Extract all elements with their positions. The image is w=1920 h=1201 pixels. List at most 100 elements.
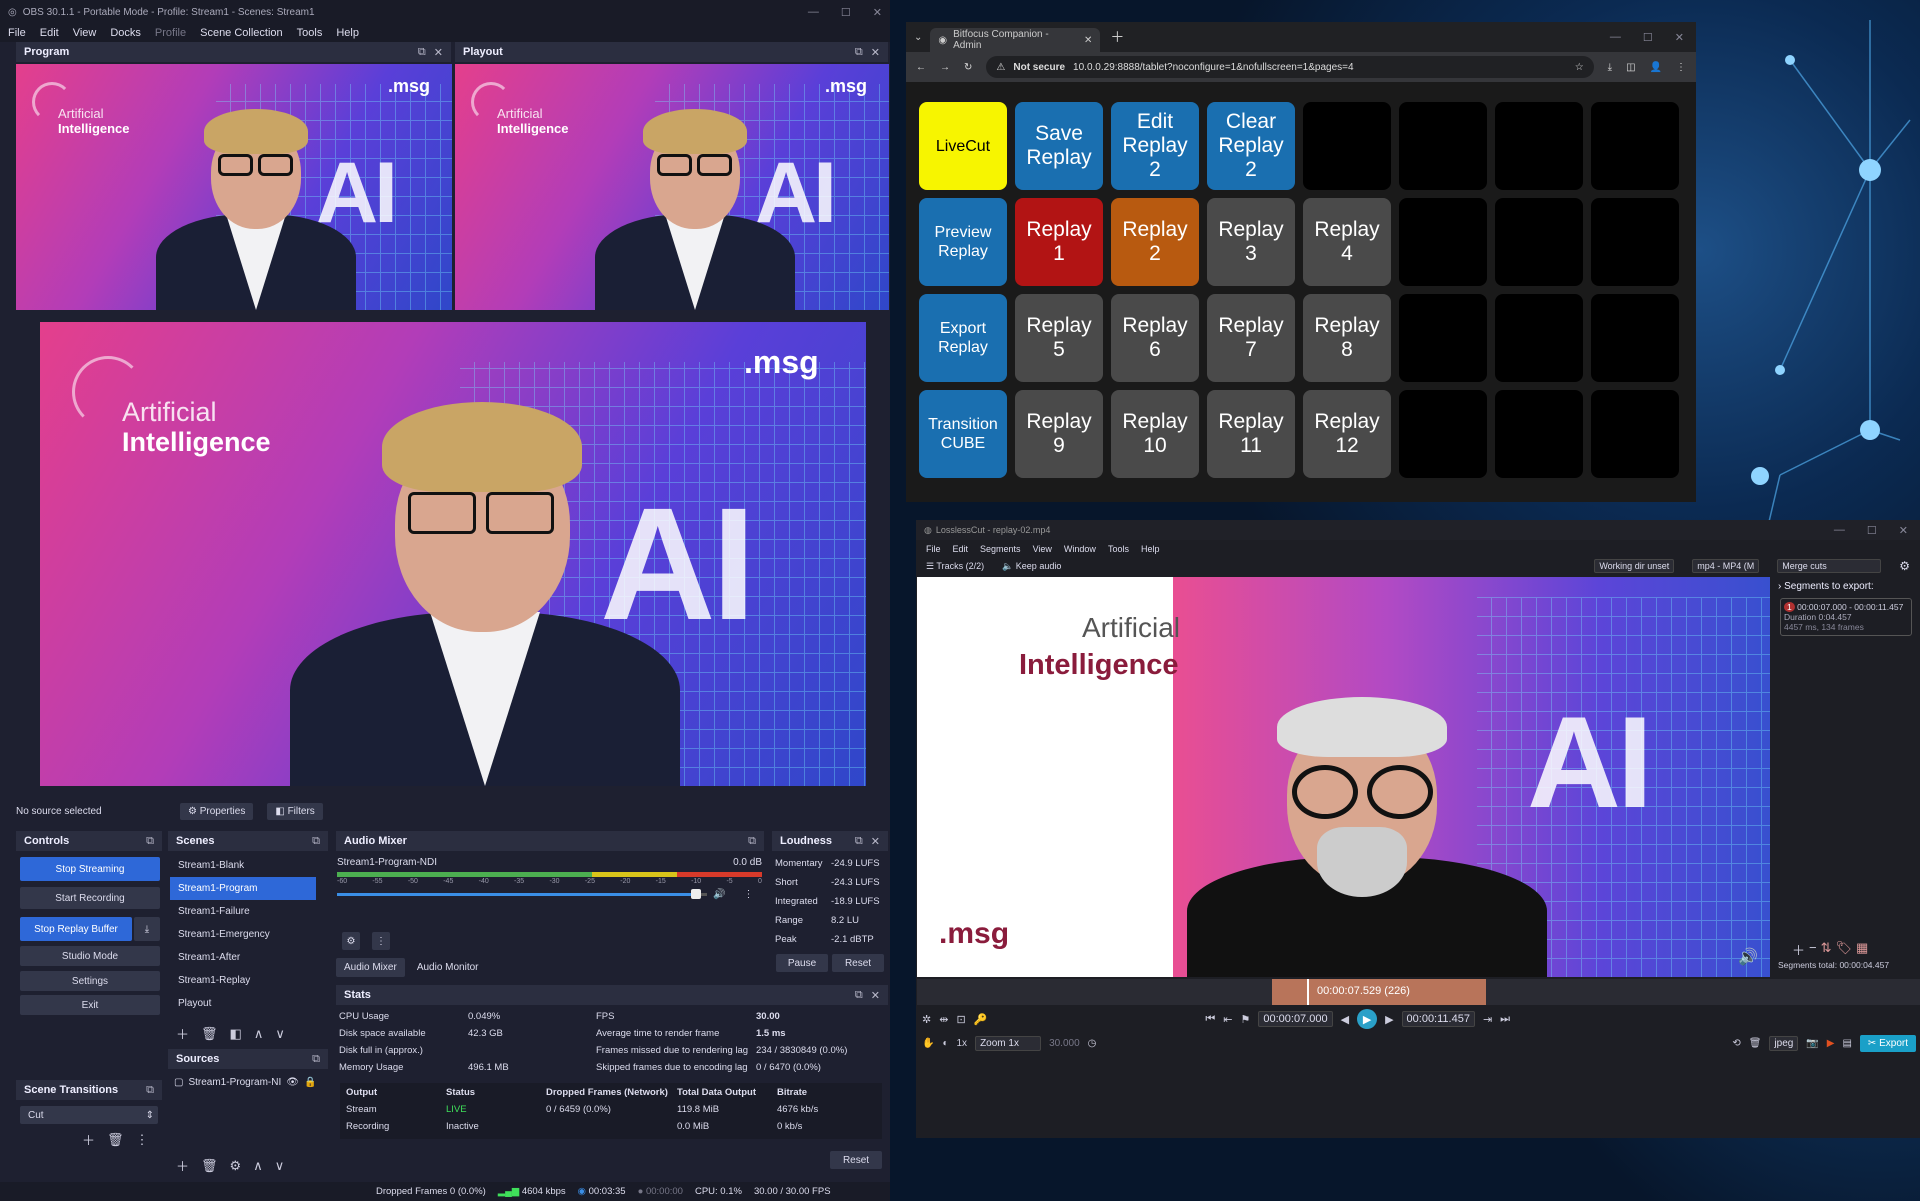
menu-help[interactable]: Help [1141, 544, 1160, 554]
menu-tools[interactable]: Tools [1108, 544, 1129, 554]
companion-key[interactable]: Preview Replay [919, 198, 1007, 286]
key-icon[interactable]: 🔑 [974, 1013, 988, 1026]
menu-docks[interactable]: Docks [110, 27, 141, 39]
exit-button[interactable]: Exit [20, 995, 160, 1015]
companion-key[interactable]: Replay 5 [1015, 294, 1103, 382]
loudness-reset-button[interactable]: Reset [832, 954, 884, 972]
undock-icon[interactable]: ⧉ [146, 835, 154, 848]
undock-icon[interactable]: ⧉ [748, 835, 756, 848]
minimize-icon[interactable]: — [1834, 524, 1845, 537]
down-arrow-icon[interactable]: ∨ [275, 1158, 285, 1174]
properties-button[interactable]: ⚙ Properties [180, 802, 254, 820]
loudness-pause-button[interactable]: Pause [776, 954, 828, 972]
companion-key[interactable]: Replay 10 [1111, 390, 1199, 478]
zoom-select[interactable]: Zoom 1x [975, 1035, 1042, 1051]
add-icon[interactable]: ＋ [176, 1024, 189, 1043]
menu-window[interactable]: Window [1064, 544, 1096, 554]
undock-icon[interactable]: ⧉ [312, 1053, 320, 1066]
scene-item[interactable]: Stream1-Emergency [170, 923, 316, 946]
close-icon[interactable]: ✕ [871, 46, 880, 59]
play-button[interactable]: ▶ [1357, 1009, 1378, 1029]
screenshot-icon[interactable]: ⊡ [956, 1013, 965, 1026]
companion-key-empty[interactable] [1399, 294, 1487, 382]
tab-audio-monitor[interactable]: Audio Monitor [409, 958, 487, 977]
working-dir-button[interactable]: Working dir unset [1594, 559, 1675, 573]
close-tab-icon[interactable]: ✕ [1084, 35, 1092, 46]
undock-icon[interactable]: ⧉ [418, 46, 426, 59]
eye-icon[interactable]: 👁 [286, 1077, 299, 1088]
close-icon[interactable]: ✕ [1675, 31, 1684, 44]
undock-icon[interactable]: ⧉ [855, 989, 863, 1002]
star-icon[interactable]: ☆ [1575, 62, 1584, 73]
add-icon[interactable]: ＋ [82, 1130, 95, 1149]
volume-icon[interactable]: 🔊 [1738, 947, 1758, 967]
stats-reset-button[interactable]: Reset [830, 1151, 882, 1169]
close-icon[interactable]: ✕ [871, 989, 880, 1002]
camera-icon[interactable]: 📷 [1806, 1038, 1818, 1049]
trash-icon[interactable]: 🗑 [1749, 1038, 1762, 1049]
playhead[interactable] [1307, 979, 1309, 1005]
menu-segments[interactable]: Segments [980, 544, 1021, 554]
arrows-icon[interactable]: ⇹ [939, 1013, 948, 1026]
companion-key[interactable]: Replay 7 [1207, 294, 1295, 382]
stop-replay-buffer-button[interactable]: Stop Replay Buffer [20, 917, 132, 941]
scene-item[interactable]: Playout [170, 992, 316, 1015]
companion-key[interactable]: Edit Replay 2 [1111, 102, 1199, 190]
end-time-input[interactable]: 00:00:11.457 [1401, 1011, 1475, 1027]
reload-icon[interactable]: ↻ [964, 62, 972, 73]
jump-start-icon[interactable]: ⏮ [1205, 1013, 1215, 1026]
more-icon[interactable]: ⋮ [743, 889, 753, 900]
minimize-icon[interactable]: — [1610, 31, 1621, 44]
settings-icon[interactable]: ✲ [922, 1013, 931, 1026]
new-tab-icon[interactable]: ＋ [1110, 27, 1124, 47]
close-icon[interactable]: ✕ [1899, 524, 1908, 537]
menu-tools[interactable]: Tools [297, 27, 323, 39]
playout-preview[interactable]: Artificial Intelligence .msg AI [455, 64, 889, 310]
tab-list-icon[interactable]: ⌄ [914, 32, 922, 43]
companion-key-empty[interactable] [1303, 102, 1391, 190]
jump-end-icon[interactable]: ⏭ [1500, 1013, 1510, 1026]
menu-edit[interactable]: Edit [40, 27, 59, 39]
save-replay-icon[interactable]: ⤓ [134, 917, 160, 941]
set-start-icon[interactable]: ⇤ [1223, 1013, 1232, 1026]
menu-profile[interactable]: Profile [155, 27, 186, 39]
program-canvas[interactable]: Artificial Intelligence .msg AI [40, 322, 866, 786]
format-select[interactable]: mp4 - MP4 (M [1692, 559, 1760, 573]
companion-key-empty[interactable] [1591, 390, 1679, 478]
tab-audio-mixer[interactable]: Audio Mixer [336, 958, 405, 977]
calendar-icon[interactable]: ▤ [1842, 1038, 1851, 1049]
rotate-video-icon[interactable]: ⟲ [1732, 1038, 1740, 1049]
companion-key[interactable]: Replay 3 [1207, 198, 1295, 286]
set-end-icon[interactable]: ⇥ [1483, 1013, 1492, 1026]
more-icon[interactable]: ⋮ [372, 932, 390, 950]
scene-item[interactable]: Stream1-Failure [170, 900, 316, 923]
companion-key-empty[interactable] [1495, 198, 1583, 286]
scene-item[interactable]: Stream1-After [170, 946, 316, 969]
companion-key[interactable]: Replay 12 [1303, 390, 1391, 478]
companion-key[interactable]: Replay 9 [1015, 390, 1103, 478]
companion-key-empty[interactable] [1399, 390, 1487, 478]
chevron-right-icon[interactable]: › [1778, 581, 1781, 592]
close-icon[interactable]: ✕ [434, 46, 443, 59]
companion-key-empty[interactable] [1591, 294, 1679, 382]
trash-icon[interactable]: 🗑 [201, 1026, 218, 1042]
menu-help[interactable]: Help [336, 27, 359, 39]
lock-icon[interactable]: 🔒 [304, 1077, 316, 1088]
up-arrow-icon[interactable]: ∧ [253, 1158, 263, 1174]
program-preview[interactable]: Artificial Intelligence .msg AI [16, 64, 452, 310]
menu-edit[interactable]: Edit [953, 544, 969, 554]
address-bar[interactable]: ⚠ Not secure 10.0.0.29:8888/tablet?noconfi… [986, 56, 1594, 78]
maximize-icon[interactable]: ☐ [1643, 31, 1653, 44]
add-segment-icon[interactable]: ＋ [1792, 940, 1805, 959]
stop-streaming-button[interactable]: Stop Streaming [20, 857, 160, 881]
reorder-icon[interactable]: ⇅ [1821, 940, 1832, 959]
up-arrow-icon[interactable]: ∧ [254, 1026, 264, 1042]
download-icon[interactable]: ⤓ [1608, 62, 1612, 73]
undock-icon[interactable]: ⧉ [855, 835, 863, 848]
menu-file[interactable]: File [8, 27, 26, 39]
menu-file[interactable]: File [926, 544, 941, 554]
close-icon[interactable]: ✕ [873, 6, 882, 19]
undock-icon[interactable]: ⧉ [855, 46, 863, 59]
tracks-button[interactable]: ☰ Tracks (2/2) [926, 561, 984, 572]
more-icon[interactable]: ⋮ [136, 1132, 149, 1148]
